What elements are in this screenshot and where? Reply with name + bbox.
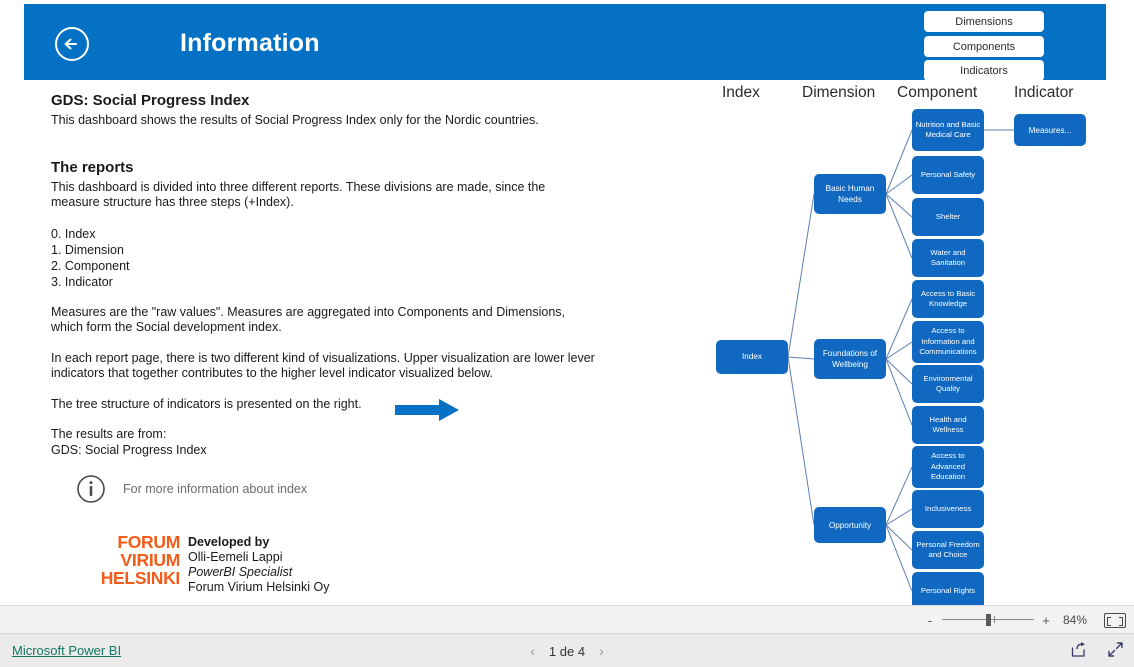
reports-paragraph-line-2: measure structure has three steps (+Inde… bbox=[51, 195, 294, 209]
results-line-1: The results are from: bbox=[51, 427, 167, 441]
results-line-2: GDS: Social Progress Index bbox=[51, 442, 207, 457]
zoom-out-button[interactable]: - bbox=[922, 613, 938, 628]
tree-node-shelter[interactable]: Shelter bbox=[912, 198, 984, 236]
tree-node-access-to-basic-knowledge[interactable]: Access to Basic Knowledge bbox=[912, 280, 984, 318]
tree-node-water-and-sanitation[interactable]: Water and Sanitation bbox=[912, 239, 984, 277]
tree-structure-note: The tree structure of indicators is pres… bbox=[51, 396, 362, 411]
tree-node-label: Access to Advanced Education bbox=[930, 451, 966, 482]
tree-node-measures[interactable]: Measures... bbox=[1014, 114, 1086, 146]
tree-node-label: Personal Safety bbox=[920, 169, 976, 179]
forum-virium-helsinki-logo: FORUM VIRIUM HELSINKI bbox=[48, 532, 181, 588]
list-item: 0. Index bbox=[51, 226, 96, 241]
developer-info: Developed by Olli-Eemeli Lappi PowerBI S… bbox=[188, 535, 329, 595]
credits-block: FORUM VIRIUM HELSINKI Developed by Olli-… bbox=[48, 527, 448, 597]
tree-node-opportunity[interactable]: Opportunity bbox=[814, 507, 886, 543]
reports-paragraph-line-1: This dashboard is divided into three dif… bbox=[51, 179, 546, 194]
tree-node-inclusiveness[interactable]: Inclusiveness bbox=[912, 490, 984, 528]
chevron-right-icon[interactable]: › bbox=[599, 643, 604, 659]
zoom-slider[interactable] bbox=[942, 613, 1034, 627]
tree-node-label: Environmental Quality bbox=[923, 373, 973, 394]
logo-line-1: FORUM bbox=[117, 532, 180, 552]
developer-name: Olli-Eemeli Lappi bbox=[188, 550, 283, 564]
list-item: 3. Indicator bbox=[51, 274, 113, 289]
more-information-row[interactable]: For more information about index bbox=[51, 474, 691, 506]
page-title: Information bbox=[180, 29, 320, 57]
report-list: 0. Index 1. Dimension 2. Component 3. In… bbox=[51, 226, 691, 290]
tree-node-environmental-quality[interactable]: Environmental Quality bbox=[912, 365, 984, 403]
zoom-in-button[interactable]: + bbox=[1038, 613, 1054, 628]
indicator-tree-diagram: Index Dimension Component Indicator Inde… bbox=[684, 84, 1104, 610]
tree-node-label: Water and Sanitation bbox=[930, 247, 966, 268]
tree-node-index[interactable]: Index bbox=[716, 340, 788, 374]
visuals-paragraph-line-2: indicators that together contributes to … bbox=[51, 366, 493, 380]
logo-line-3: HELSINKI bbox=[100, 568, 181, 588]
tree-node-nutrition-and-basic-medical-care[interactable]: Nutrition and Basic Medical Care bbox=[912, 109, 984, 151]
tree-node-label: Access to Information and Communications bbox=[919, 326, 977, 357]
developer-company: Forum Virium Helsinki Oy bbox=[188, 580, 330, 594]
content-intro: This dashboard shows the results of Soci… bbox=[51, 113, 539, 127]
power-bi-report-viewer: Information Dimensions Components Indica… bbox=[0, 0, 1134, 667]
share-icon[interactable] bbox=[1070, 641, 1087, 663]
nav-button-indicators-label: Indicators bbox=[960, 64, 1008, 77]
report-canvas: Information Dimensions Components Indica… bbox=[24, 0, 1110, 610]
tree-node-label: Access to Basic Knowledge bbox=[920, 288, 976, 309]
nav-button-components[interactable]: Components bbox=[924, 36, 1044, 57]
tree-node-label: Personal Rights bbox=[920, 585, 976, 595]
tree-node-label: Opportunity bbox=[828, 520, 872, 530]
nav-button-indicators[interactable]: Indicators bbox=[924, 60, 1044, 81]
footer-actions bbox=[1070, 641, 1124, 663]
tree-structure-note-row: The tree structure of indicators is pres… bbox=[51, 396, 691, 421]
fullscreen-icon[interactable] bbox=[1107, 641, 1124, 663]
report-header-banner: Information Dimensions Components Indica… bbox=[24, 4, 1106, 81]
tree-node-label: Basic Human Needs bbox=[825, 184, 875, 204]
tree-node-label: Foundations of Wellbeing bbox=[822, 349, 878, 369]
content-title: GDS: Social Progress Index bbox=[51, 92, 250, 109]
back-arrow-circle-icon[interactable] bbox=[52, 24, 92, 64]
zoom-toolbar: - + 84% bbox=[0, 605, 1134, 633]
zoom-slider-tick bbox=[994, 616, 995, 623]
fit-to-page-icon[interactable] bbox=[1104, 612, 1126, 628]
list-item: 2. Component bbox=[51, 258, 130, 273]
chevron-left-icon[interactable]: ‹ bbox=[530, 643, 535, 659]
tree-node-personal-safety[interactable]: Personal Safety bbox=[912, 156, 984, 194]
developed-by-label: Developed by bbox=[188, 535, 270, 549]
tree-node-label: Nutrition and Basic Medical Care bbox=[915, 119, 981, 140]
report-footer: Microsoft Power BI ‹ 1 de 4 › bbox=[0, 633, 1134, 667]
measures-paragraph-line-1: Measures are the "raw values". Measures … bbox=[51, 304, 566, 319]
information-text-block: GDS: Social Progress Index This dashboar… bbox=[51, 92, 691, 506]
tree-node-foundations-of-wellbeing[interactable]: Foundations of Wellbeing bbox=[814, 339, 886, 379]
logo-line-2: VIRIUM bbox=[120, 550, 181, 570]
nav-button-dimensions-label: Dimensions bbox=[955, 15, 1013, 28]
tree-node-access-to-information-and-communications[interactable]: Access to Information and Communications bbox=[912, 321, 984, 363]
visuals-paragraph-line-1: In each report page, there is two differ… bbox=[51, 350, 595, 365]
zoom-slider-handle[interactable] bbox=[986, 614, 991, 626]
info-circle-icon bbox=[76, 474, 106, 509]
reports-heading: The reports bbox=[51, 158, 134, 176]
tree-node-label: Measures... bbox=[1028, 125, 1072, 135]
page-indicator-label: 1 de 4 bbox=[548, 643, 586, 659]
page-navigation: ‹ 1 de 4 › bbox=[530, 643, 604, 659]
zoom-percent-label: 84% bbox=[1062, 613, 1088, 627]
microsoft-power-bi-link[interactable]: Microsoft Power BI bbox=[12, 643, 121, 658]
tree-node-label: Inclusiveness bbox=[924, 503, 972, 513]
nav-button-dimensions[interactable]: Dimensions bbox=[924, 11, 1044, 32]
developer-role: PowerBI Specialist bbox=[188, 565, 293, 579]
tree-node-label: Shelter bbox=[935, 211, 961, 221]
tree-node-personal-freedom-and-choice[interactable]: Personal Freedom and Choice bbox=[912, 531, 984, 569]
tree-node-access-to-advanced-education[interactable]: Access to Advanced Education bbox=[912, 446, 984, 488]
tree-node-health-and-wellness[interactable]: Health and Wellness bbox=[912, 406, 984, 444]
list-item: 1. Dimension bbox=[51, 242, 124, 257]
measures-paragraph-line-2: which form the Social development index. bbox=[51, 320, 282, 334]
zoom-controls: - + 84% bbox=[922, 606, 1126, 634]
tree-node-label: Index bbox=[741, 351, 763, 361]
right-arrow-icon bbox=[395, 398, 460, 426]
more-information-link[interactable]: For more information about index bbox=[123, 482, 307, 496]
tree-node-basic-human-needs[interactable]: Basic Human Needs bbox=[814, 174, 886, 214]
tree-node-label: Health and Wellness bbox=[929, 414, 967, 435]
nav-button-components-label: Components bbox=[952, 40, 1016, 53]
tree-node-label: Personal Freedom and Choice bbox=[916, 539, 980, 560]
